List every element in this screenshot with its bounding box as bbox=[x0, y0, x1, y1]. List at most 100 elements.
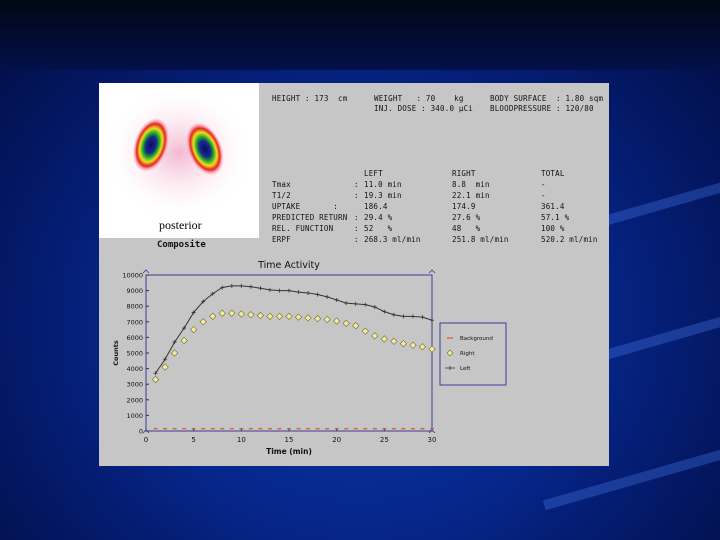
data-point-right bbox=[237, 310, 245, 318]
table-cell-left: 268.3 ml/min bbox=[364, 235, 421, 244]
table-row-label: UPTAKE : bbox=[272, 202, 339, 211]
legend-box bbox=[439, 322, 507, 386]
data-point-left bbox=[267, 287, 272, 292]
legend-label-background: Background bbox=[460, 336, 493, 342]
table-cell-right: 27.6 % bbox=[452, 213, 481, 222]
data-point-left bbox=[344, 301, 349, 306]
table-header-left: LEFT bbox=[364, 169, 383, 178]
axis-corner-mark bbox=[142, 429, 150, 434]
y-tick-label: 10000 bbox=[122, 272, 143, 280]
table-row-label: T1/2 bbox=[272, 191, 291, 200]
table-row-label: PREDICTED RETURN bbox=[272, 213, 348, 222]
data-point-left bbox=[229, 283, 234, 288]
data-point-right bbox=[371, 332, 379, 340]
table-header-total: TOTAL bbox=[541, 169, 565, 178]
table-cell-right: 8.8 min bbox=[452, 180, 490, 189]
table-cell-right: 251.8 ml/min bbox=[452, 235, 509, 244]
data-point-right bbox=[352, 322, 360, 330]
data-point-left bbox=[382, 309, 387, 314]
x-tick-label: 30 bbox=[428, 436, 437, 444]
data-point-left bbox=[287, 288, 291, 293]
data-point-right bbox=[342, 319, 350, 327]
data-point-left bbox=[420, 315, 425, 320]
y-tick-label: 6000 bbox=[126, 334, 143, 342]
table-cell-left: 19.3 min bbox=[364, 191, 402, 200]
data-point-left bbox=[153, 371, 158, 376]
series-line-left bbox=[155, 285, 433, 374]
data-point-right bbox=[180, 336, 188, 345]
composite-label: Composite bbox=[157, 240, 206, 250]
data-point-right bbox=[313, 315, 322, 323]
axis-corner-mark bbox=[142, 269, 150, 274]
data-point-right bbox=[247, 311, 255, 319]
table-cell-total: 520.2 ml/min bbox=[541, 235, 598, 244]
x-axis-label: Time (min) bbox=[266, 447, 312, 456]
y-tick-label: 2000 bbox=[126, 396, 143, 404]
data-point-left bbox=[353, 301, 358, 306]
axis-corner-mark bbox=[428, 269, 436, 274]
data-point-right bbox=[333, 317, 341, 325]
data-point-left bbox=[248, 284, 253, 289]
x-tick-label: 25 bbox=[380, 436, 389, 444]
table-row-label: ERPF bbox=[272, 235, 291, 244]
legend-label-right: Right bbox=[460, 351, 475, 357]
data-point-left bbox=[201, 299, 206, 304]
table-cell-right: 48 % bbox=[452, 224, 481, 233]
x-tick-label: 10 bbox=[237, 436, 246, 444]
legend-label-left: Left bbox=[460, 366, 471, 372]
table-cell-left: 52 % bbox=[364, 224, 393, 233]
data-point-left bbox=[372, 304, 377, 309]
data-point-left bbox=[306, 290, 311, 295]
blood-pressure-value: BLOODPRESSURE : 120/80 bbox=[490, 104, 594, 113]
decorative-streak bbox=[601, 309, 720, 361]
data-point-right bbox=[418, 343, 427, 351]
table-row-colon: : bbox=[354, 213, 359, 222]
legend-marker-left bbox=[445, 366, 455, 370]
data-point-left bbox=[182, 326, 187, 331]
height-value: HEIGHT : 173 cm bbox=[272, 94, 348, 103]
weight-value: WEIGHT : 70 kg bbox=[374, 94, 464, 103]
table-cell-total: 57.1 % bbox=[541, 213, 570, 222]
table-row-label: Tmax bbox=[272, 180, 291, 189]
data-point-left bbox=[315, 292, 320, 297]
data-point-right bbox=[428, 345, 436, 353]
data-point-right bbox=[266, 312, 274, 320]
data-point-left bbox=[220, 285, 225, 290]
table-cell-right: 174.9 bbox=[452, 202, 476, 211]
table-row-label: REL. FUNCTION bbox=[272, 224, 334, 233]
table-cell-total: - bbox=[541, 191, 546, 200]
data-point-right bbox=[256, 311, 265, 320]
table-row-colon: : bbox=[354, 235, 359, 244]
data-point-left bbox=[391, 312, 396, 317]
table-header-right: RIGHT bbox=[452, 169, 476, 178]
table-row-colon: : bbox=[354, 191, 359, 200]
inj-dose-value: INJ. DOSE : 340.0 µCi bbox=[374, 104, 474, 113]
data-point-right bbox=[275, 312, 284, 320]
data-point-right bbox=[399, 340, 408, 348]
slide-header-band bbox=[0, 0, 720, 70]
table-cell-total: 100 % bbox=[541, 224, 565, 233]
data-point-left bbox=[191, 310, 196, 315]
legend-marker-right bbox=[446, 349, 454, 357]
y-tick-label: 0 bbox=[139, 428, 143, 436]
y-axis-label: Counts bbox=[112, 340, 120, 366]
data-point-right bbox=[161, 363, 169, 371]
data-point-left bbox=[163, 357, 168, 362]
data-point-left bbox=[210, 291, 215, 296]
y-tick-label: 8000 bbox=[126, 303, 143, 311]
y-tick-label: 7000 bbox=[126, 318, 143, 326]
body-surface-value: BODY SURFACE : 1.80 sqm bbox=[490, 94, 604, 103]
table-cell-total: 361.4 bbox=[541, 202, 565, 211]
y-tick-label: 9000 bbox=[126, 287, 143, 295]
data-point-right bbox=[361, 327, 369, 335]
axis-corner-mark bbox=[428, 429, 436, 434]
data-point-left bbox=[363, 302, 368, 307]
data-point-right bbox=[323, 315, 331, 324]
data-point-right bbox=[209, 312, 217, 320]
data-point-right bbox=[151, 375, 160, 384]
table-row-colon: : bbox=[354, 180, 359, 189]
table-cell-left: 186.4 bbox=[364, 202, 388, 211]
plot-frame bbox=[145, 274, 433, 432]
data-point-right bbox=[380, 335, 388, 343]
table-row-colon: : bbox=[354, 224, 359, 233]
